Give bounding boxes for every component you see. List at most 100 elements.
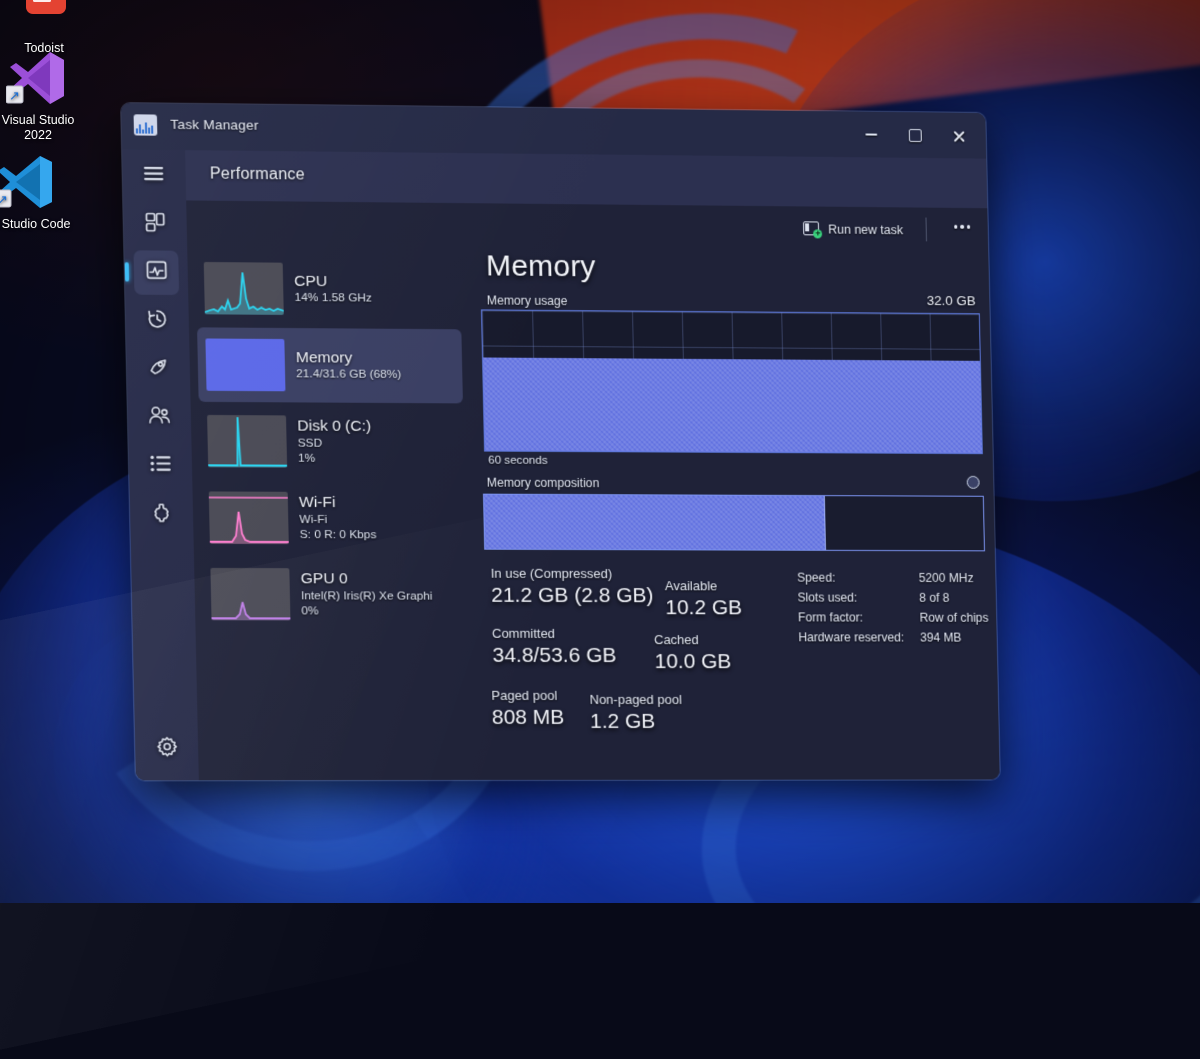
task-manager-icon <box>134 114 158 135</box>
memory-composition-label: Memory composition <box>487 476 600 491</box>
perf-item-text: Disk 0 (C:) SSD 1% <box>297 417 372 466</box>
sidebar-item-processes[interactable] <box>132 202 178 247</box>
perf-item-detail-2: 0% <box>301 603 433 618</box>
wifi-thumbnail-graph <box>209 491 289 544</box>
desktop-icon-visual-studio-2022[interactable]: ↗ Visual Studio 2022 <box>0 48 86 142</box>
close-button[interactable] <box>936 115 980 155</box>
stat-paged-pool: Paged pool 808 MB <box>491 688 564 731</box>
memory-thumbnail-graph <box>205 338 285 391</box>
users-icon <box>148 406 171 430</box>
more-options-icon[interactable] <box>954 225 970 229</box>
stat-value: 34.8/53.6 GB <box>492 643 616 669</box>
perf-item-detail: SSD <box>298 435 372 451</box>
stat-label: Available <box>665 578 742 595</box>
hamburger-icon <box>143 165 165 186</box>
sidebar-item-menu[interactable] <box>131 154 177 199</box>
processes-icon <box>145 212 166 237</box>
perf-item-detail-2: 1% <box>298 451 372 467</box>
perf-item-detail: Intel(R) Iris(R) Xe Graphi <box>301 588 433 603</box>
perf-item-text: Wi-Fi Wi-Fi S: 0 R: 0 Kbps <box>299 494 377 542</box>
memory-axis-max: 32.0 GB <box>927 293 976 308</box>
todoist-icon <box>0 0 92 38</box>
history-icon <box>147 308 168 333</box>
stat-non-paged-pool: Non-paged pool 1.2 GB <box>589 692 682 735</box>
spec-label-hardware-reserved: Hardware reserved: <box>798 628 904 647</box>
desktop-icon-label: Visual Studio 2022 <box>0 113 86 143</box>
gear-icon <box>156 736 178 762</box>
perf-item-memory[interactable]: Memory 21.4/31.6 GB (68%) <box>197 327 463 403</box>
window-controls <box>849 111 980 158</box>
perf-item-detail: Wi-Fi <box>299 512 376 527</box>
stat-in-use: In use (Compressed) 21.2 GB (2.8 GB) <box>491 566 654 610</box>
perf-item-text: Memory 21.4/31.6 GB (68%) <box>296 349 402 383</box>
sidebar-item-app-history[interactable] <box>135 299 181 344</box>
sidebar-item-users[interactable] <box>137 395 183 440</box>
stat-available: Available 10.2 GB <box>665 578 743 621</box>
stat-committed: Committed 34.8/53.6 GB <box>492 626 617 669</box>
stat-cached: Cached 10.0 GB <box>654 632 732 675</box>
page-title: Memory <box>486 249 596 284</box>
sidebar-item-services[interactable] <box>139 492 185 536</box>
minimize-icon <box>865 133 877 135</box>
maximize-button[interactable] <box>893 115 937 155</box>
sidebar-item-performance[interactable] <box>133 250 179 295</box>
perf-item-disk[interactable]: Disk 0 (C:) SSD 1% <box>199 404 465 480</box>
window-title: Task Manager <box>170 117 259 133</box>
stat-value: 10.0 GB <box>654 649 731 675</box>
toolbar-separator <box>925 218 927 242</box>
sidebar-item-details[interactable] <box>138 444 184 489</box>
run-new-task-label: Run new task <box>828 222 903 237</box>
sidebar-item-startup-apps[interactable] <box>136 347 182 392</box>
stat-label: Paged pool <box>491 688 564 705</box>
graph-fill <box>483 357 982 453</box>
spec-label-speed: Speed: <box>797 569 903 588</box>
spec-value-form-factor: Row of chips <box>919 609 988 628</box>
perf-item-gpu[interactable]: GPU 0 Intel(R) Iris(R) Xe Graphi 0% <box>202 557 468 632</box>
vscode-icon: ↗ <box>0 152 74 214</box>
spec-value-speed: 5200 MHz <box>919 569 988 588</box>
perf-item-wifi[interactable]: Wi-Fi Wi-Fi S: 0 R: 0 Kbps <box>200 480 466 555</box>
settings-button[interactable] <box>135 728 199 770</box>
memory-detail-panel: Memory Memory usage 32.0 GB 31.6 GB 60 s… <box>468 247 1000 780</box>
desktop-icon-visual-studio-code[interactable]: ↗ ual Studio Code <box>0 152 74 232</box>
svg-text:↗: ↗ <box>9 88 20 103</box>
graph-time-label: 60 seconds <box>488 454 548 467</box>
info-icon[interactable] <box>967 476 980 489</box>
new-task-icon: + <box>803 221 821 237</box>
desktop-icon-label: ual Studio Code <box>0 217 74 232</box>
perf-item-text: GPU 0 Intel(R) Iris(R) Xe Graphi 0% <box>300 570 432 618</box>
performance-icon <box>145 259 167 285</box>
visual-studio-icon: ↗ <box>0 48 86 110</box>
stat-label: In use (Compressed) <box>491 566 654 583</box>
run-new-task-button[interactable]: + Run new task <box>795 215 911 243</box>
perf-item-name: Disk 0 (C:) <box>297 417 371 435</box>
maximize-icon <box>908 129 921 142</box>
spec-value-slots-used: 8 of 8 <box>919 589 988 608</box>
graph-area-series <box>483 357 982 453</box>
perf-item-detail: 14% 1.58 GHz <box>294 290 372 306</box>
tab-bar: Performance <box>185 150 987 208</box>
performance-item-list[interactable]: CPU 14% 1.58 GHz Memory 21.4/31.6 GB (68… <box>187 245 479 781</box>
tab-performance[interactable]: Performance <box>210 165 305 184</box>
toolbar: + Run new task <box>186 200 988 251</box>
minimize-button[interactable] <box>849 114 893 154</box>
stat-label: Cached <box>654 632 731 649</box>
perf-item-detail: 21.4/31.6 GB (68%) <box>296 367 401 383</box>
perf-item-name: Wi-Fi <box>299 494 376 512</box>
memory-hardware-specs: Speed: 5200 MHz Slots used: 8 of 8 Form … <box>797 569 989 648</box>
disk-thumbnail-graph <box>207 415 287 468</box>
stat-value: 10.2 GB <box>665 595 742 621</box>
perf-item-text: CPU 14% 1.58 GHz <box>294 272 372 306</box>
perf-item-name: Memory <box>296 349 401 368</box>
memory-usage-graph <box>481 309 983 454</box>
stat-value: 808 MB <box>492 705 565 731</box>
memory-usage-label: Memory usage <box>487 293 568 308</box>
task-manager-window[interactable]: Task Manager <box>121 103 1000 780</box>
spec-label-slots-used: Slots used: <box>797 588 903 607</box>
perf-item-cpu[interactable]: CPU 14% 1.58 GHz <box>195 251 461 327</box>
services-icon <box>151 502 172 527</box>
perf-item-name: CPU <box>294 272 372 291</box>
perf-item-detail-2: S: 0 R: 0 Kbps <box>300 527 377 542</box>
svg-text:↗: ↗ <box>0 192 8 207</box>
close-icon <box>952 129 965 142</box>
